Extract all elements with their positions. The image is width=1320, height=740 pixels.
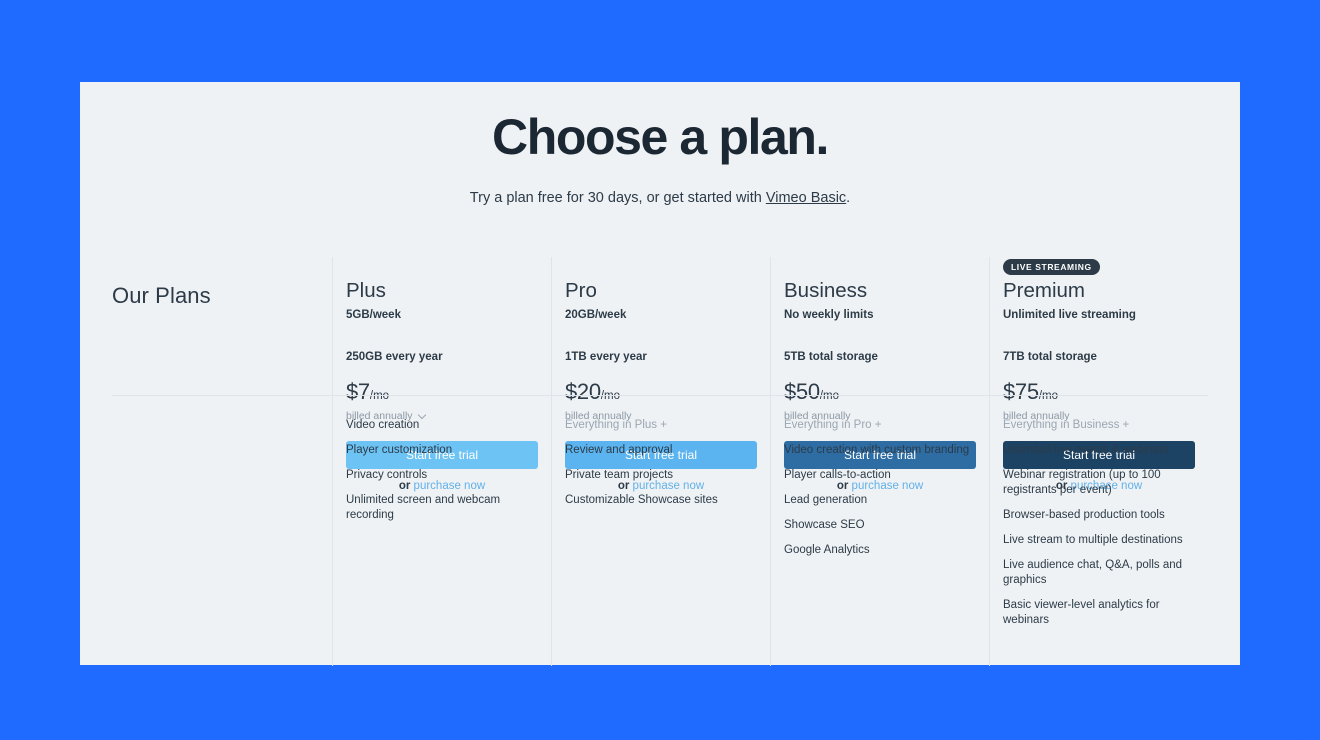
pricing-card: Choose a plan. Try a plan free for 30 da… bbox=[80, 82, 1240, 666]
feature-item: Showcase SEO bbox=[784, 519, 865, 531]
vimeo-basic-link[interactable]: Vimeo Basic bbox=[766, 190, 846, 206]
badge-slot-business bbox=[784, 257, 989, 276]
feature-item: Lead generation bbox=[784, 494, 868, 506]
plan-limit-premium: Unlimited live streaming bbox=[1003, 309, 1136, 321]
feature-item: Live stream to multiple destinations bbox=[1003, 534, 1183, 546]
plan-storage-plus: 250GB every year bbox=[346, 351, 443, 363]
features-grid: Video creation Player customization Priv… bbox=[112, 396, 1208, 666]
plan-limit-business: No weekly limits bbox=[784, 309, 874, 321]
subtitle-prefix: Try a plan free for 30 days, or get star… bbox=[469, 190, 766, 206]
feature-item: Basic viewer-level analytics for webinar… bbox=[1003, 599, 1160, 626]
features-column-business: Everything in Pro + Video creation with … bbox=[770, 396, 989, 666]
feature-item: Unlimited screen and webcam recording bbox=[346, 494, 501, 521]
features-header-premium: Everything in Business + bbox=[1003, 419, 1130, 431]
feature-item: Customizable Showcase sites bbox=[565, 494, 718, 506]
badge-slot-premium: LIVE STREAMING bbox=[1003, 257, 1208, 276]
live-streaming-badge: LIVE STREAMING bbox=[1003, 259, 1100, 275]
plan-name-plus: Plus bbox=[346, 279, 386, 302]
feature-item: Unlimited live events & webinars bbox=[1003, 444, 1169, 456]
badge-slot-plus bbox=[346, 257, 551, 276]
plan-name-premium: Premium bbox=[1003, 279, 1086, 302]
feature-item: Private team projects bbox=[565, 469, 674, 481]
plan-name-pro: Pro bbox=[565, 279, 597, 302]
plan-storage-premium: 7TB total storage bbox=[1003, 351, 1097, 363]
feature-item: Review and approval bbox=[565, 444, 673, 456]
page-title: Choose a plan. bbox=[491, 109, 829, 165]
features-header-business: Everything in Pro + bbox=[784, 419, 882, 431]
plan-storage-business: 5TB total storage bbox=[784, 351, 878, 363]
plan-limit-pro: 20GB/week bbox=[565, 309, 627, 321]
features-header-pro: Everything in Plus + bbox=[565, 419, 667, 431]
features-row: Video creation Player customization Priv… bbox=[112, 396, 1208, 666]
plan-name-business: Business bbox=[784, 279, 868, 302]
our-plans-heading: Our Plans bbox=[112, 283, 211, 308]
feature-item: Live audience chat, Q&A, polls and graph… bbox=[1003, 559, 1183, 586]
features-spacer bbox=[112, 396, 332, 666]
page-subtitle: Try a plan free for 30 days, or get star… bbox=[80, 166, 1240, 206]
plan-storage-pro: 1TB every year bbox=[565, 351, 647, 363]
features-column-premium: Everything in Business + Unlimited live … bbox=[989, 396, 1208, 666]
feature-item: Browser-based production tools bbox=[1003, 509, 1165, 521]
plan-limit-plus: 5GB/week bbox=[346, 309, 401, 321]
feature-item: Privacy controls bbox=[346, 469, 428, 481]
features-column-pro: Everything in Plus + Review and approval… bbox=[551, 396, 770, 666]
subtitle-suffix: . bbox=[846, 190, 851, 206]
feature-item: Video creation with custom branding bbox=[784, 444, 970, 456]
feature-item: Video creation bbox=[346, 419, 420, 431]
feature-item: Google Analytics bbox=[784, 544, 870, 556]
feature-item: Player calls-to-action bbox=[784, 469, 891, 481]
feature-item: Player customization bbox=[346, 444, 453, 456]
badge-slot-pro bbox=[565, 257, 770, 276]
feature-item: Webinar registration (up to 100 registra… bbox=[1003, 469, 1161, 496]
features-column-plus: Video creation Player customization Priv… bbox=[332, 396, 551, 666]
